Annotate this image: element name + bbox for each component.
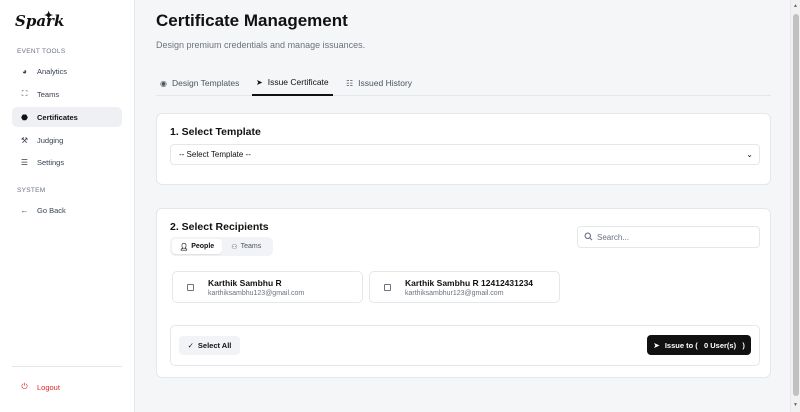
gavel-icon: ⚒ bbox=[20, 135, 29, 145]
sidebar-item-label: Judging bbox=[37, 135, 64, 145]
search-icon bbox=[584, 228, 593, 246]
page-title: Certificate Management bbox=[156, 11, 348, 30]
select-recipients-title: 2. Select Recipients bbox=[170, 221, 269, 233]
system-label: SYSTEM bbox=[17, 187, 46, 194]
select-recipients-card: 2. Select Recipients 👤︎ People ⚇ Teams K… bbox=[156, 208, 771, 378]
list-icon: ☷ bbox=[346, 78, 354, 88]
select-template-title: 1. Select Template bbox=[170, 126, 261, 138]
sidebar-item-label: Teams bbox=[37, 89, 60, 99]
template-select[interactable]: -- Select Template -- ⌄ bbox=[170, 144, 760, 165]
tab-design-templates[interactable]: ◉ Design Templates bbox=[156, 70, 243, 96]
sidebar-item-judging[interactable]: ⚒ Judging bbox=[12, 130, 122, 150]
go-back-label: Go Back bbox=[37, 205, 66, 215]
sidebar-item-label: Certificates bbox=[37, 112, 78, 122]
recipient-name: Karthik Sambhu R bbox=[208, 278, 282, 288]
tab-issue-certificate[interactable]: ➤ Issue Certificate bbox=[252, 70, 333, 96]
search-box bbox=[577, 226, 760, 248]
recipient-checkbox[interactable] bbox=[384, 284, 391, 291]
user-icon: 👤︎ bbox=[179, 243, 189, 251]
page-scrollbar[interactable]: ▲ ▼ bbox=[790, 0, 800, 412]
certificate-icon: ⬣ bbox=[21, 112, 28, 122]
sparkle-icon: ✦ bbox=[44, 9, 54, 22]
select-all-button[interactable]: ✓ Select All bbox=[179, 336, 240, 355]
search-input[interactable] bbox=[597, 232, 747, 242]
team-icon: ⛶ bbox=[21, 89, 28, 98]
sidebar-divider bbox=[12, 366, 122, 367]
sliders-icon: ☰ bbox=[20, 157, 29, 167]
recipient-type-toggle: 👤︎ People ⚇ Teams bbox=[170, 237, 273, 256]
scroll-up-arrow-icon[interactable]: ▲ bbox=[793, 3, 798, 9]
send-icon: ➤ bbox=[256, 77, 263, 87]
chevron-down-icon: ⌄ bbox=[746, 150, 753, 159]
logout-label: Logout bbox=[37, 382, 60, 392]
sidebar-item-label: Settings bbox=[37, 157, 65, 167]
issue-button[interactable]: ➤ Issue to ( 0 User(s) ) bbox=[647, 335, 751, 355]
tab-bar: ◉ Design Templates ➤ Issue Certificate ☷… bbox=[156, 70, 771, 96]
tab-label: Issued History bbox=[358, 78, 413, 88]
recipient-name: Karthik Sambhu R 12412431234 bbox=[405, 278, 534, 288]
sidebar: Spark ✦ EVENT TOOLS ◕ Analytics ⛶ Teams … bbox=[0, 0, 135, 412]
recipient-email: karthiksambhu123@gmail.com bbox=[208, 290, 305, 297]
logout-button[interactable]: ⏻ Logout bbox=[12, 377, 122, 397]
go-back-link[interactable]: ← Go Back bbox=[12, 200, 122, 220]
pie-chart-icon: ◕ bbox=[22, 66, 27, 76]
toggle-teams[interactable]: ⚇ Teams bbox=[222, 239, 272, 254]
scroll-down-arrow-icon[interactable]: ▼ bbox=[793, 402, 798, 408]
palette-icon: ◉ bbox=[160, 78, 167, 88]
toggle-people-label: People bbox=[191, 243, 215, 250]
send-icon: ➤ bbox=[653, 340, 660, 350]
tab-issued-history[interactable]: ☷ Issued History bbox=[342, 70, 416, 96]
tab-label: Design Templates bbox=[171, 78, 240, 88]
sidebar-item-label: Analytics bbox=[37, 66, 68, 76]
users-icon: ⚇ bbox=[231, 243, 238, 251]
spark-logo[interactable]: Spark ✦ bbox=[15, 9, 65, 30]
select-template-card: 1. Select Template -- Select Template --… bbox=[156, 113, 771, 185]
page-subtitle: Design premium credentials and manage is… bbox=[156, 40, 366, 50]
select-all-label: Select All bbox=[197, 341, 232, 350]
main-content: Certificate Management Design premium cr… bbox=[135, 0, 790, 412]
sidebar-item-settings[interactable]: ☰ Settings bbox=[12, 152, 122, 172]
template-select-value: -- Select Template -- bbox=[179, 150, 251, 159]
sidebar-item-analytics[interactable]: ◕ Analytics bbox=[12, 61, 122, 81]
sidebar-item-certificates[interactable]: ⬣ Certificates bbox=[12, 107, 122, 127]
recipient-checkbox[interactable] bbox=[187, 284, 194, 291]
toggle-teams-label: Teams bbox=[240, 243, 262, 250]
tab-label: Issue Certificate bbox=[267, 77, 329, 87]
double-check-icon: ✓ bbox=[187, 341, 194, 350]
scrollbar-thumb[interactable] bbox=[793, 14, 799, 396]
sidebar-item-teams[interactable]: ⛶ Teams bbox=[12, 84, 122, 104]
recipient-card[interactable]: Karthik Sambhu R karthiksambhu123@gmail.… bbox=[172, 271, 363, 303]
toggle-people[interactable]: 👤︎ People bbox=[172, 239, 222, 254]
recipient-card[interactable]: Karthik Sambhu R 12412431234 karthiksamb… bbox=[369, 271, 560, 303]
recipient-email: karthiksambhur123@gmail.com bbox=[405, 290, 504, 297]
logo-text: Spark bbox=[15, 12, 65, 30]
power-icon: ⏻ bbox=[21, 382, 28, 391]
issue-label: Issue to ( 0 User(s) ) bbox=[664, 340, 745, 350]
issue-action-bar: ✓ Select All ➤ Issue to ( 0 User(s) ) bbox=[170, 325, 760, 366]
arrow-left-icon: ← bbox=[20, 205, 29, 215]
event-tools-label: EVENT TOOLS bbox=[17, 48, 66, 55]
